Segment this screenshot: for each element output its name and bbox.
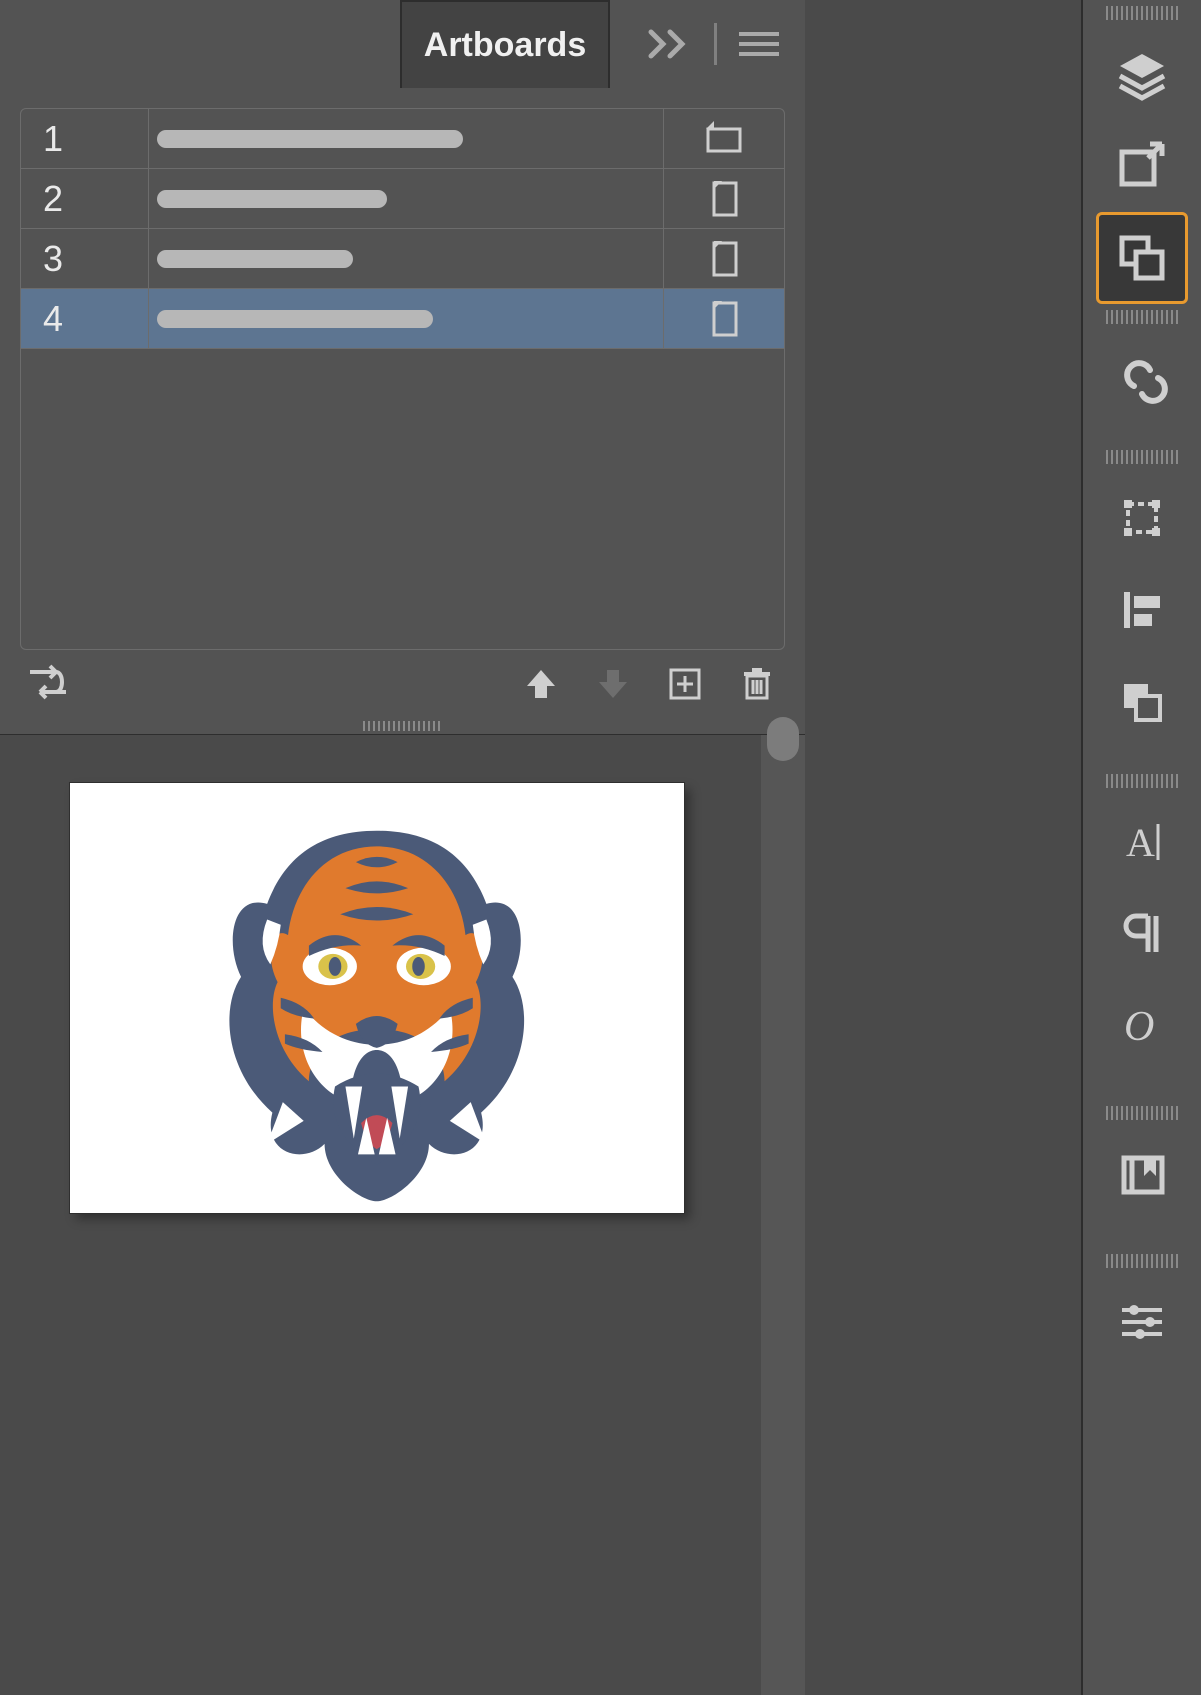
rail-grip[interactable]	[1106, 450, 1178, 464]
rail-grip[interactable]	[1106, 774, 1178, 788]
layers-icon[interactable]	[1096, 28, 1188, 120]
links-icon[interactable]	[1096, 332, 1188, 424]
panel-tab-bar: Artboards	[0, 0, 805, 88]
character-icon[interactable]: A	[1096, 796, 1188, 888]
move-up-icon[interactable]	[517, 660, 565, 708]
artboards-panel: Artboards	[0, 0, 805, 736]
tab-separator	[714, 23, 717, 65]
tab-label: Artboards	[424, 26, 586, 65]
rail-grip[interactable]	[1106, 6, 1178, 20]
artboard-index: 2	[21, 169, 149, 228]
artboard-index: 1	[21, 109, 149, 168]
svg-text:A: A	[1126, 820, 1155, 865]
align-icon[interactable]	[1096, 564, 1188, 656]
asset-export-icon[interactable]	[1096, 120, 1188, 212]
rail-grip[interactable]	[1106, 1254, 1178, 1268]
dock-rail: A O	[1081, 0, 1201, 1695]
opentype-icon[interactable]: O	[1096, 980, 1188, 1072]
artboard-name[interactable]	[149, 169, 664, 228]
artboard-row[interactable]: 2	[21, 169, 784, 229]
list-empty-area	[21, 349, 784, 629]
svg-text:O: O	[1124, 1004, 1154, 1050]
artboard-row[interactable]: 1	[21, 109, 784, 169]
scroll-thumb[interactable]	[767, 717, 799, 761]
panel-menu-icon[interactable]	[739, 29, 779, 59]
orientation-portrait-icon[interactable]	[664, 289, 784, 348]
panel-resize-grip[interactable]	[0, 718, 805, 734]
delete-artboard-icon[interactable]	[733, 660, 781, 708]
rail-grip[interactable]	[1106, 310, 1178, 324]
vertical-scrollbar[interactable]	[761, 735, 805, 1695]
properties-icon[interactable]	[1096, 1276, 1188, 1368]
artboard-name[interactable]	[149, 109, 664, 168]
transform-icon[interactable]	[1096, 472, 1188, 564]
artboard-index: 4	[21, 289, 149, 348]
orientation-portrait-icon[interactable]	[664, 229, 784, 288]
artboard-row[interactable]: 3	[21, 229, 784, 289]
artboards-list: 1 2	[20, 108, 785, 650]
paragraph-icon[interactable]	[1096, 888, 1188, 980]
canvas-area[interactable]: .o{fill:#e07a2d;} .b{fill:#4b5a78;} .w{f…	[0, 735, 805, 1695]
artboard-preview[interactable]: .o{fill:#e07a2d;} .b{fill:#4b5a78;} .w{f…	[70, 783, 684, 1213]
rearrange-artboards-icon[interactable]	[24, 660, 72, 708]
panel-footer	[0, 650, 805, 718]
artboard-name[interactable]	[149, 229, 664, 288]
tiger-mascot-illustration: .o{fill:#e07a2d;} .b{fill:#4b5a78;} .w{f…	[168, 789, 586, 1207]
move-down-icon	[589, 660, 637, 708]
tab-artboards[interactable]: Artboards	[400, 0, 610, 88]
pathfinder-icon[interactable]	[1096, 656, 1188, 748]
new-artboard-icon[interactable]	[661, 660, 709, 708]
artboard-row-selected[interactable]: 4	[21, 289, 784, 349]
artboard-name[interactable]	[149, 289, 664, 348]
rail-grip[interactable]	[1106, 1106, 1178, 1120]
orientation-portrait-icon[interactable]	[664, 169, 784, 228]
collapse-panel-icon[interactable]	[648, 28, 692, 60]
libraries-icon[interactable]	[1096, 1128, 1188, 1220]
artboard-index: 3	[21, 229, 149, 288]
orientation-landscape-icon[interactable]	[664, 109, 784, 168]
artboards-icon[interactable]	[1096, 212, 1188, 304]
